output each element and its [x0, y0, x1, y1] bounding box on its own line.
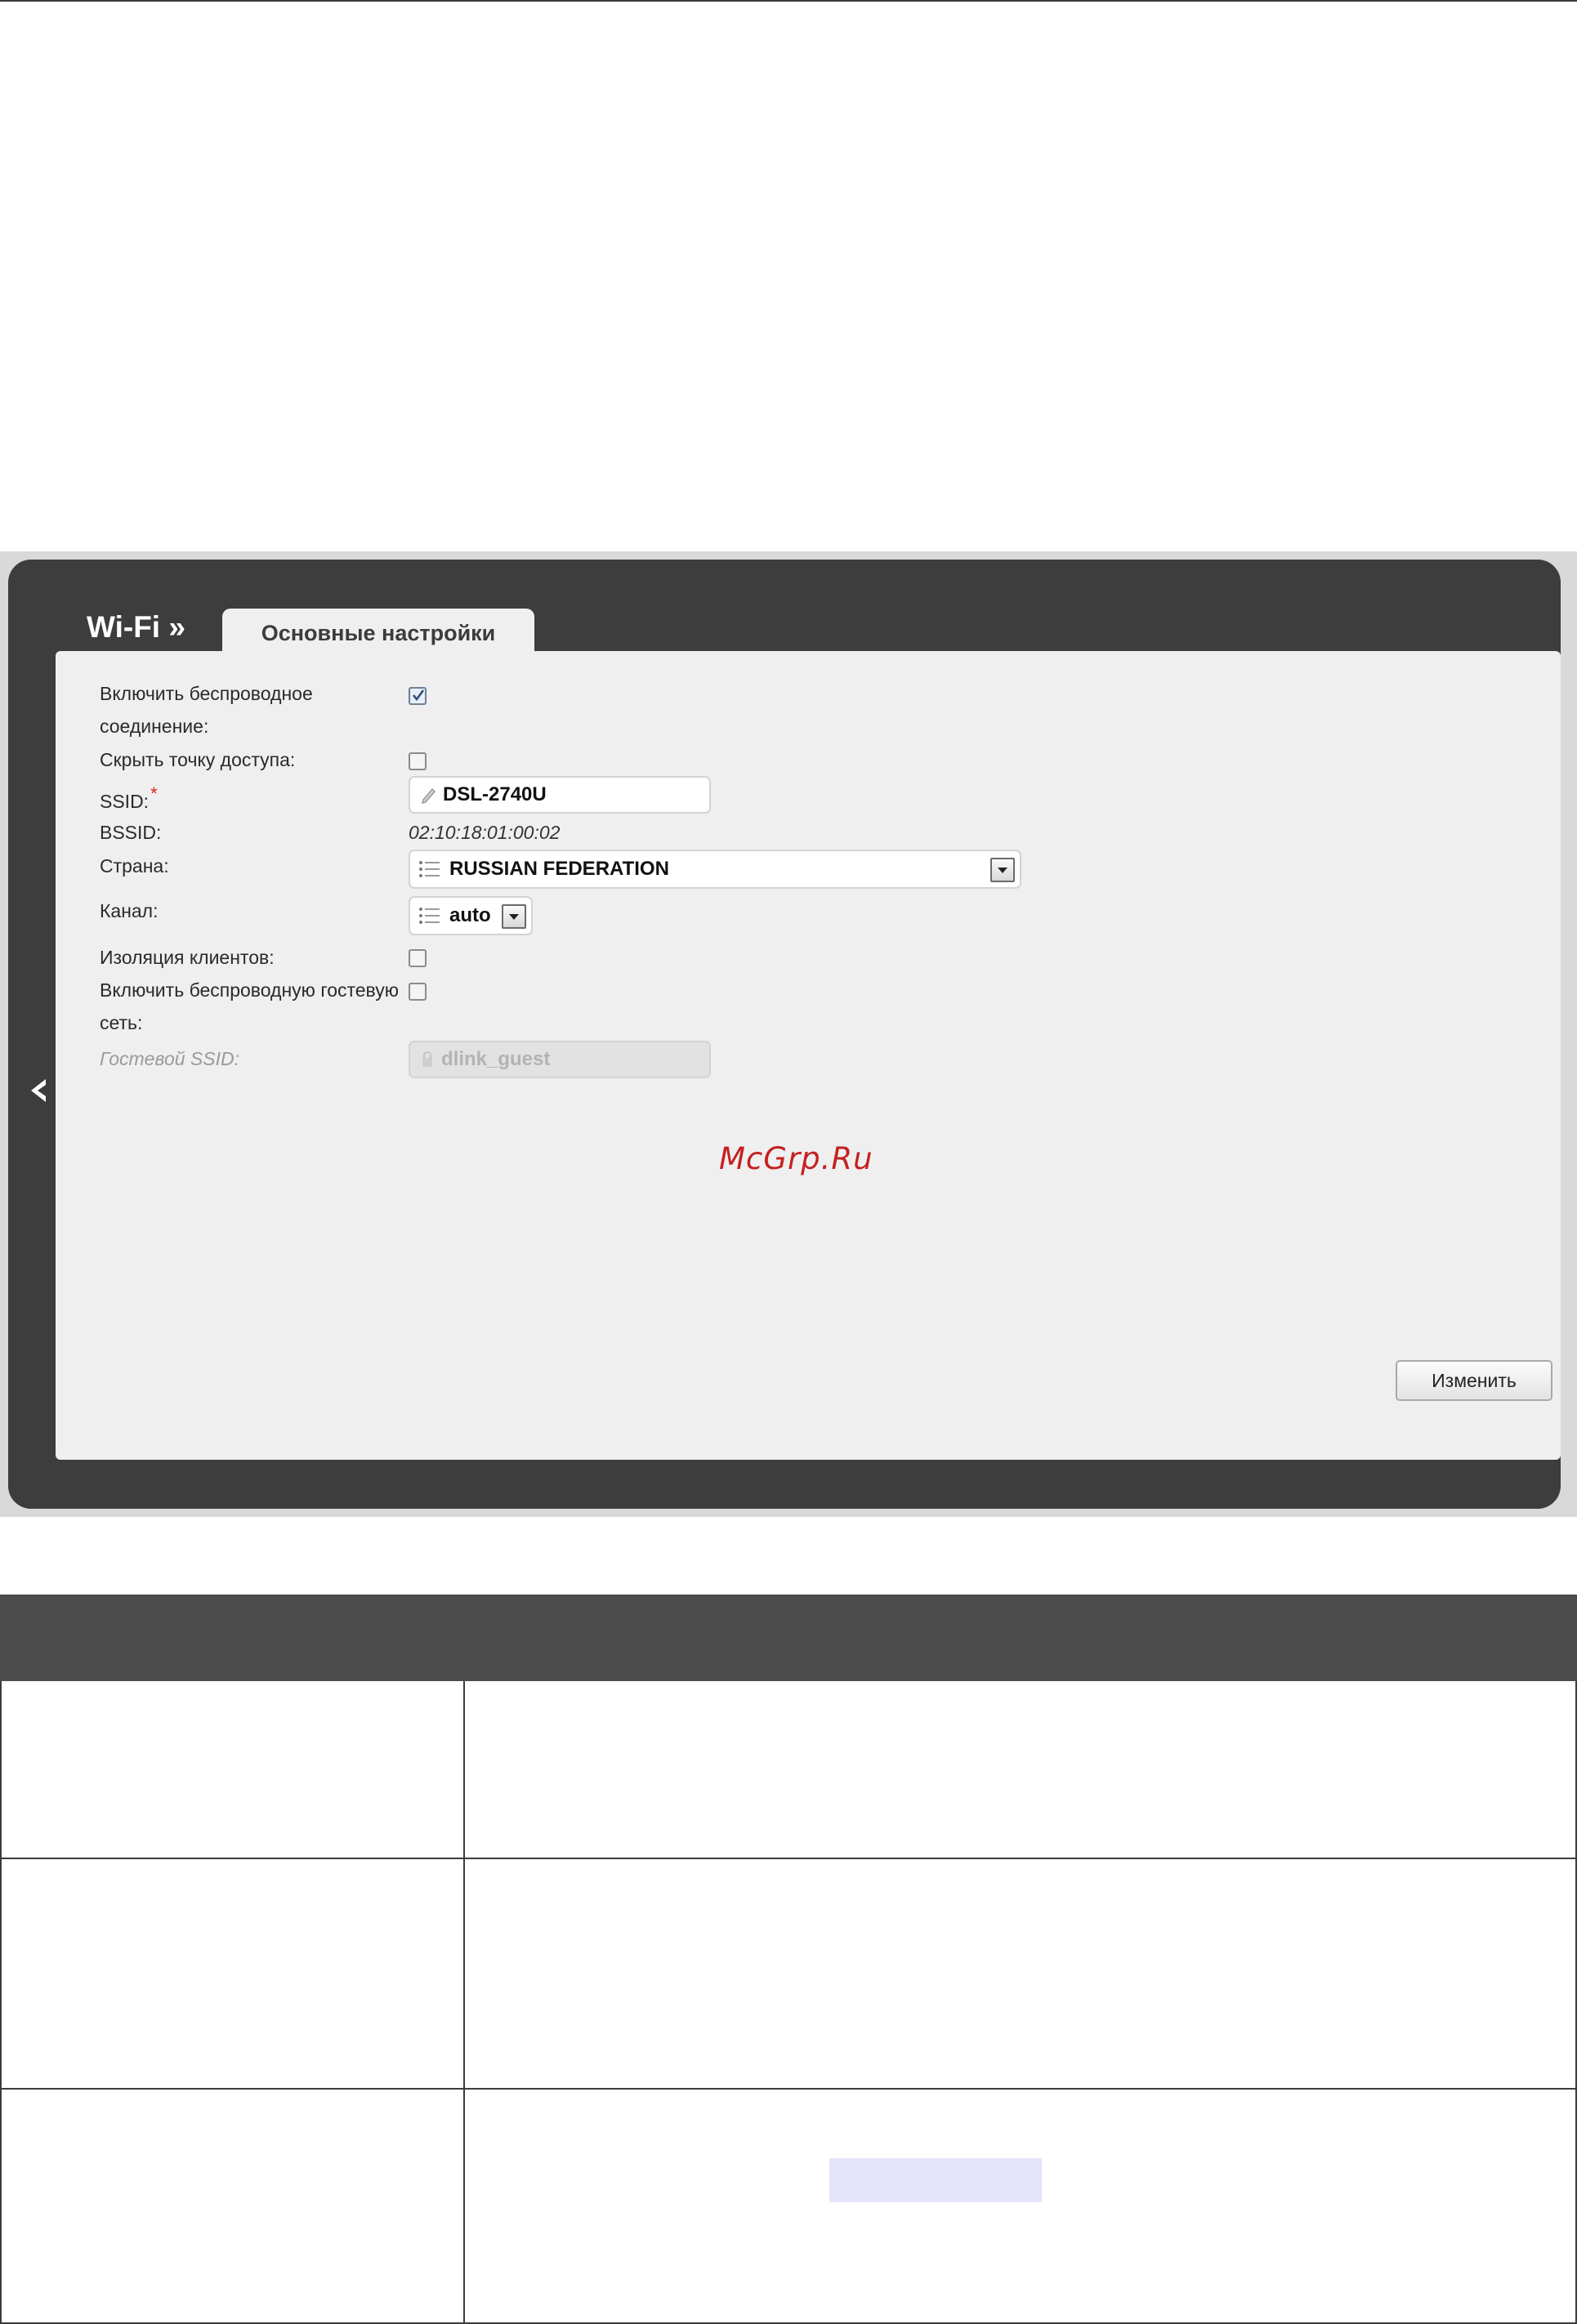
text-highlight — [829, 2158, 1042, 2202]
table-row — [2, 2090, 1575, 2322]
list-icon — [418, 906, 441, 926]
change-button[interactable]: Изменить — [1396, 1360, 1552, 1401]
guest-network-label: Включить беспроводную гостевую сеть: — [100, 979, 400, 1033]
dropdown-arrow-icon[interactable] — [502, 904, 526, 929]
country-select[interactable]: RUSSIAN FEDERATION — [409, 850, 1021, 889]
ssid-input[interactable]: DSL-2740U — [409, 776, 711, 814]
dropdown-arrow-icon[interactable] — [990, 858, 1015, 882]
bssid-label: BSSID: — [100, 822, 162, 843]
web-interface-panel: Wi-Fi » Основные настройки Включить бесп… — [8, 560, 1561, 1509]
hide-ap-checkbox[interactable] — [409, 752, 427, 770]
pencil-icon — [420, 786, 436, 804]
watermark: McGrp.Ru — [719, 1141, 873, 1176]
channel-value: auto — [449, 904, 491, 926]
channel-select[interactable]: auto — [409, 896, 533, 935]
hide-ap-label: Скрыть точку доступа: — [100, 749, 296, 770]
ssid-value: DSL-2740U — [443, 783, 547, 805]
ssid-label: SSID:* — [100, 783, 158, 812]
parameters-table — [0, 1681, 1577, 2324]
table-row — [2, 1681, 1575, 1858]
checkmark-icon — [412, 689, 425, 702]
country-value: RUSSIAN FEDERATION — [449, 858, 669, 880]
router-screenshot: Wi-Fi » Основные настройки Включить бесп… — [0, 551, 1577, 1517]
bssid-value: 02:10:18:01:00:02 — [409, 822, 561, 843]
client-isolation-checkbox[interactable] — [409, 949, 427, 967]
guest-network-checkbox[interactable] — [409, 983, 427, 1001]
country-label: Страна: — [100, 855, 169, 877]
client-isolation-label: Изоляция клиентов: — [100, 947, 275, 968]
section-title[interactable]: Wi-Fi » — [87, 610, 185, 645]
back-arrow-icon[interactable] — [25, 1074, 51, 1107]
table-row — [2, 1859, 1575, 2088]
tab-basic-settings[interactable]: Основные настройки — [222, 609, 534, 658]
channel-label: Канал: — [100, 900, 159, 921]
guest-ssid-input: dlink_guest — [409, 1041, 711, 1078]
guest-ssid-value: dlink_guest — [441, 1048, 551, 1070]
list-icon — [418, 859, 441, 879]
settings-form: Включить беспроводное соединение: Скрыть… — [56, 651, 1561, 1460]
table-header — [0, 1595, 1577, 1681]
required-mark: * — [150, 783, 158, 804]
top-rule — [0, 0, 1577, 2]
enable-wireless-label: Включить беспроводное соединение: — [100, 683, 313, 737]
lock-icon — [420, 1050, 435, 1068]
enable-wireless-checkbox[interactable] — [409, 687, 427, 705]
guest-ssid-label: Гостевой SSID: — [100, 1048, 240, 1069]
